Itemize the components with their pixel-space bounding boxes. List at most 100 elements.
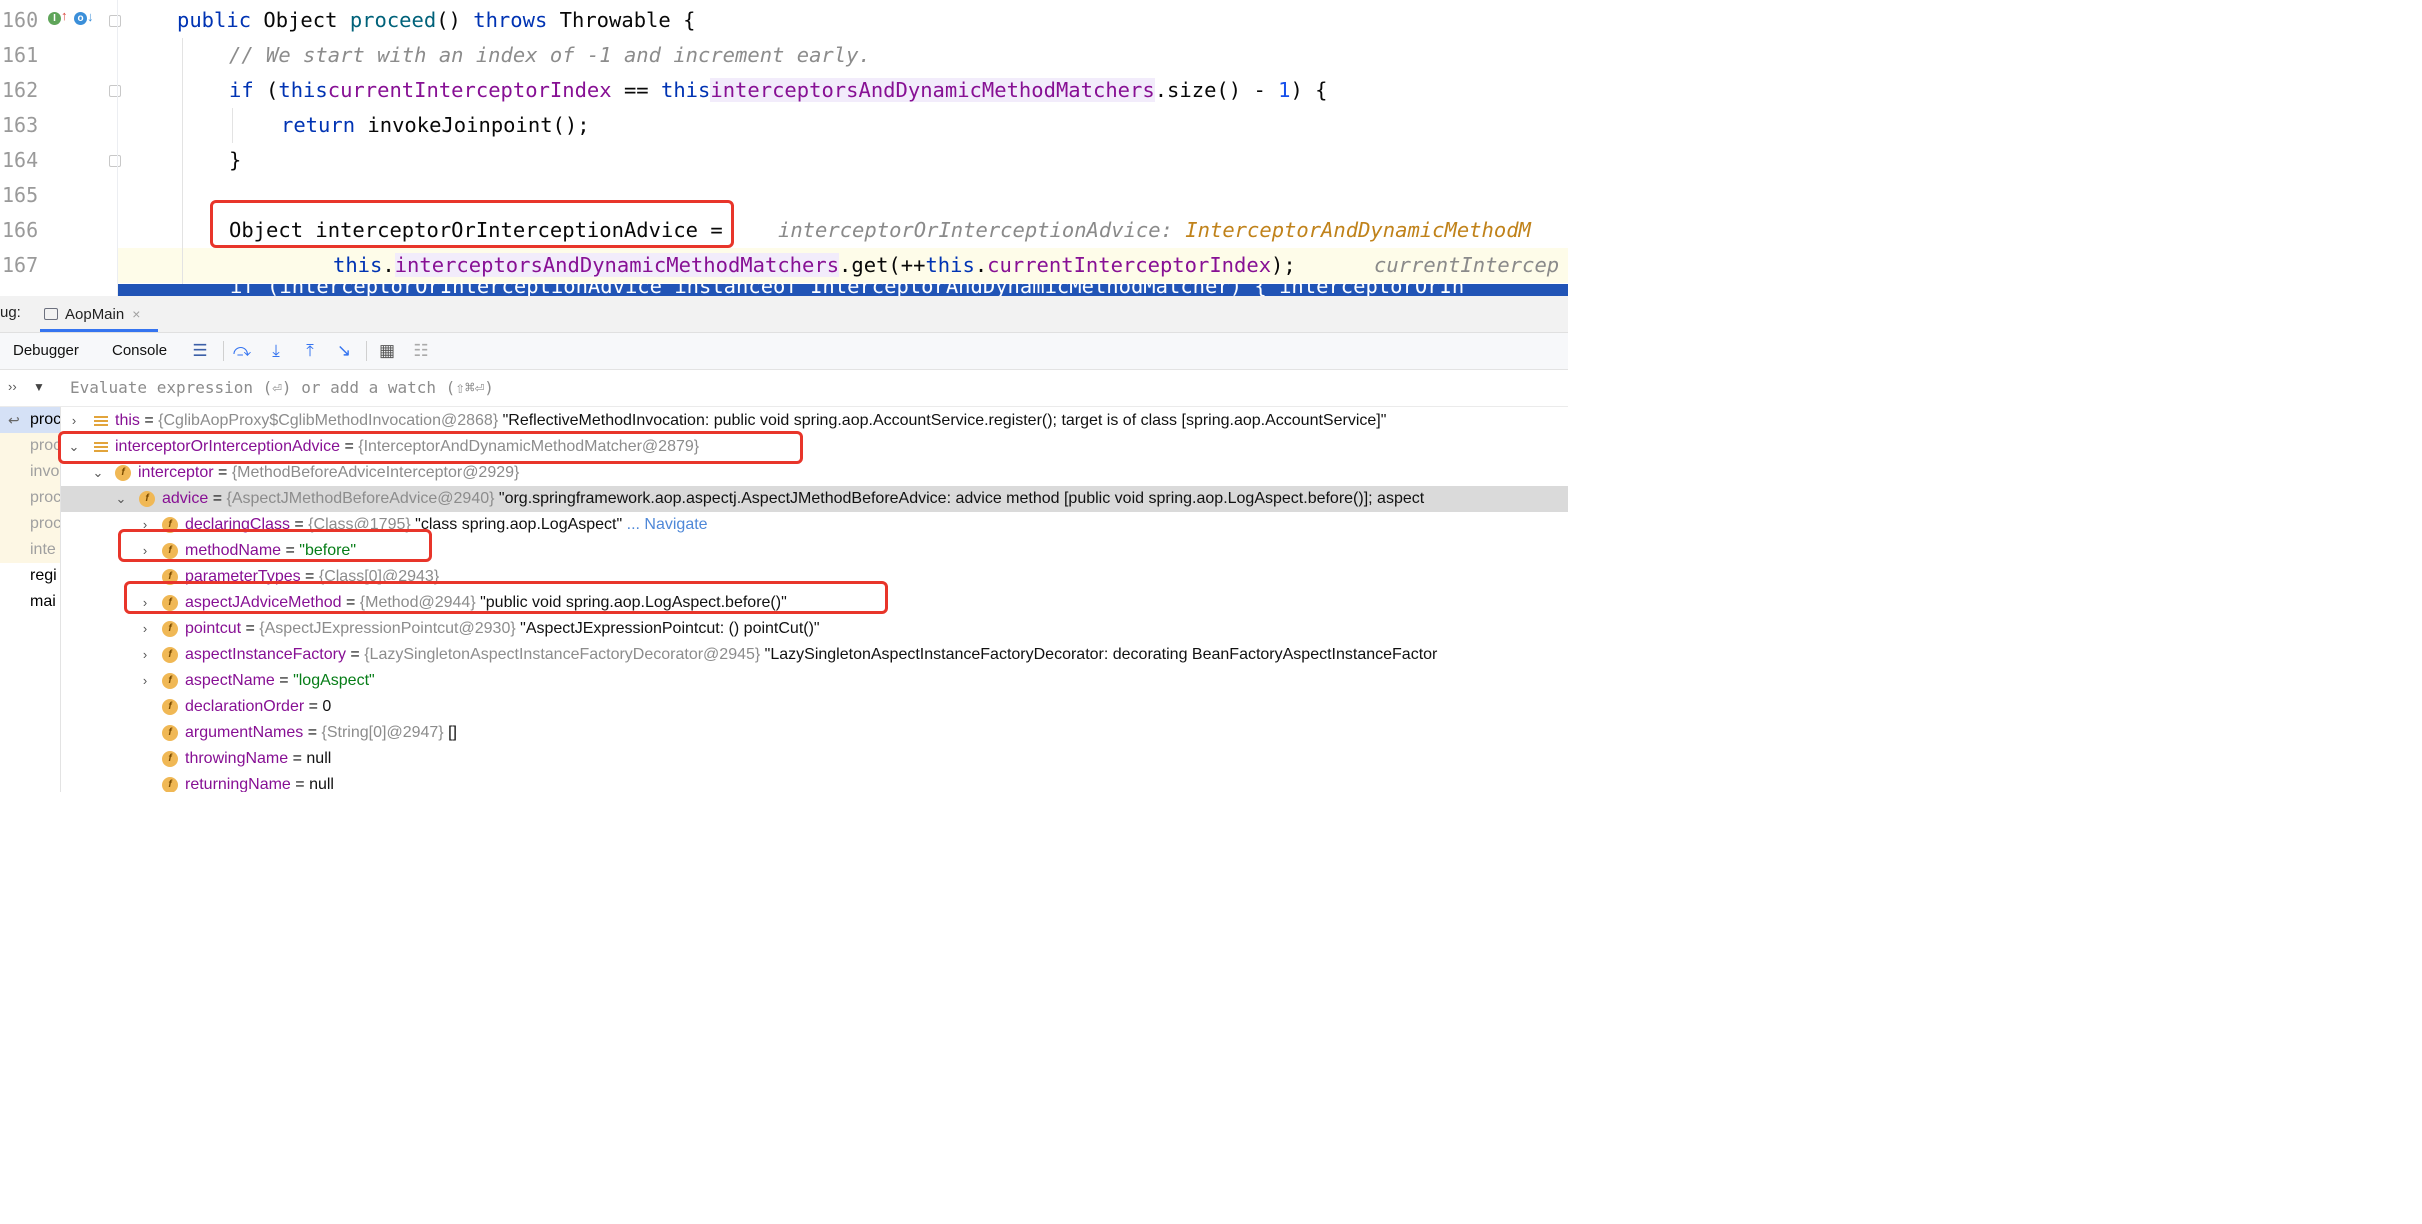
debug-window-label: ug: [0,304,21,321]
chevron-right-icon[interactable]: › [138,642,152,668]
variable-row-interceptorOrInterceptionAdvice[interactable]: ⌄ interceptorOrInterceptionAdvice = {Int… [61,434,1568,460]
return-arrow-icon: ↩ [8,412,20,428]
chevron-right-icon[interactable]: › [67,408,81,434]
local-variable-icon [94,414,108,428]
tab-console[interactable]: Console [112,342,167,359]
frame-label: proc [30,411,60,428]
field-icon: f [162,725,178,741]
toolbar-separator [366,341,367,361]
run-config-tab[interactable]: AopMain × [44,296,140,332]
chevron-right-icon[interactable]: › [138,590,152,616]
line-number: 167 [2,253,39,277]
variable-row-methodName[interactable]: › f methodName = "before" [61,538,1568,564]
frame-label: regi [30,567,57,584]
frame-item[interactable]: invo [0,459,60,485]
evaluate-bar: ›› ▼ Evaluate expression (⏎) or add a wa… [0,370,1568,407]
fold-marker-icon[interactable] [109,155,121,167]
field-icon: f [162,517,178,533]
evaluate-expression-input[interactable]: Evaluate expression (⏎) or add a watch (… [70,378,494,397]
code-line-166: Object interceptorOrInterceptionAdvice = [229,218,723,242]
frame-item[interactable]: ↩ proc [0,407,60,433]
frame-item[interactable]: proc [0,485,60,511]
indent-guide [182,38,183,284]
step-into-icon[interactable]: ⤓ [266,341,286,361]
frame-item[interactable]: proc [0,511,60,537]
application-icon [44,308,58,320]
debug-tool-window-header: ug: AopMain × [0,296,1568,333]
frame-item[interactable]: proc [0,433,60,459]
chevron-right-icon[interactable]: › [138,616,152,642]
variable-row-parameterTypes[interactable]: f parameterTypes = {Class[0]@2943} [61,564,1568,590]
editor-gutter: 160 161 162 163 164 165 166 167 I ↑ o ↓ [0,0,121,296]
field-icon: f [162,699,178,715]
field-icon: f [162,569,178,585]
close-tab-icon[interactable]: × [132,306,140,322]
variable-row-declarationOrder[interactable]: f declarationOrder = 0 [61,694,1568,720]
variable-row-aspectName[interactable]: › f aspectName = "logAspect" [61,668,1568,694]
chevron-down-icon[interactable]: ⌄ [67,434,81,460]
variable-row-aspectInstanceFactory[interactable]: › f aspectInstanceFactory = {LazySinglet… [61,642,1568,668]
frames-panel: ↩ proc proc invo proc proc inte regi mai [0,407,61,792]
tab-debugger[interactable]: Debugger [13,342,79,359]
variable-row-throwingName[interactable]: f throwingName = null [61,746,1568,772]
variable-row-returningName[interactable]: f returningName = null [61,772,1568,792]
override-down-arrow-icon: ↓ [87,9,94,24]
frame-label: invo [30,463,60,480]
frame-label: proc [30,515,60,532]
frame-label: mai [30,593,56,610]
variable-row-argumentNames[interactable]: f argumentNames = {String[0]@2947} [] [61,720,1568,746]
eval-left-controls: ›› ▼ [0,370,60,406]
navigate-link[interactable]: ... Navigate [622,516,708,533]
line-number: 163 [2,113,39,137]
code-editor[interactable]: 160 161 162 163 164 165 166 167 I ↑ o ↓ … [0,0,1568,296]
frame-item[interactable]: mai [0,589,60,615]
frame-item[interactable]: regi [0,563,60,589]
implements-marker-icon[interactable]: I [48,12,61,25]
step-over-icon[interactable]: ⤼ [232,341,252,361]
fold-marker-icon[interactable] [109,85,121,97]
field-icon: f [162,595,178,611]
chevron-right-icon[interactable]: › [138,512,152,538]
indent-guide [232,108,233,143]
overridden-marker-icon[interactable]: o [74,12,87,25]
chevron-right-icon[interactable]: › [138,668,152,694]
evaluate-expression-icon[interactable]: ▦ [377,341,397,361]
code-line-168: if (interceptorOrInterceptionAdvice inst… [230,284,1465,296]
variables-tree: › this = {CglibAopProxy$CglibMethodInvoc… [61,407,1568,792]
fold-marker-icon[interactable] [109,15,121,27]
frame-item[interactable]: inte [0,537,60,563]
threads-icon[interactable]: ☰ [190,341,210,361]
expand-frames-icon[interactable]: ›› [8,379,17,394]
variable-row-this[interactable]: › this = {CglibAopProxy$CglibMethodInvoc… [61,408,1568,434]
debugger-toolbar: Debugger Console ☰ ⤼ ⤓ ⤒ ↘ ▦ ☷ [0,333,1568,370]
field-icon: f [162,647,178,663]
chevron-down-icon[interactable]: ▼ [33,380,45,394]
step-out-icon[interactable]: ⤒ [300,341,320,361]
execution-point-line: if (interceptorOrInterceptionAdvice inst… [118,284,1568,296]
chevron-down-icon[interactable]: ⌄ [91,460,105,486]
override-up-arrow-icon: ↑ [61,8,68,23]
field-icon: f [115,465,131,481]
chevron-right-icon[interactable]: › [138,538,152,564]
code-line-163: return invokeJoinpoint(); [281,113,590,137]
code-line-161: // We start with an index of -1 and incr… [229,43,871,67]
field-icon: f [139,491,155,507]
field-icon: f [162,751,178,767]
variable-row-interceptor[interactable]: ⌄ f interceptor = {MethodBeforeAdviceInt… [61,460,1568,486]
line-number: 162 [2,78,39,102]
variable-row-pointcut[interactable]: › f pointcut = {AspectJExpressionPointcu… [61,616,1568,642]
variable-row-declaringClass[interactable]: › f declaringClass = {Class@1795} "class… [61,512,1568,538]
code-line-164: } [229,148,242,172]
inline-debug-value-hint: currentIntercep [1374,253,1560,277]
line-number: 161 [2,43,39,67]
chevron-down-icon[interactable]: ⌄ [114,486,128,512]
trace-current-stream-icon[interactable]: ☷ [411,341,431,361]
active-tab-underline [40,329,158,332]
line-number: 166 [2,218,39,242]
variable-row-advice[interactable]: ⌄ f advice = {AspectJMethodBeforeAdvice@… [61,486,1568,512]
inline-debug-value-hint: interceptorOrInterceptionAdvice: Interce… [778,218,1531,242]
variable-row-aspectJAdviceMethod[interactable]: › f aspectJAdviceMethod = {Method@2944} … [61,590,1568,616]
field-icon: f [162,673,178,689]
field-icon: f [162,543,178,559]
run-to-cursor-icon[interactable]: ↘ [334,341,354,361]
